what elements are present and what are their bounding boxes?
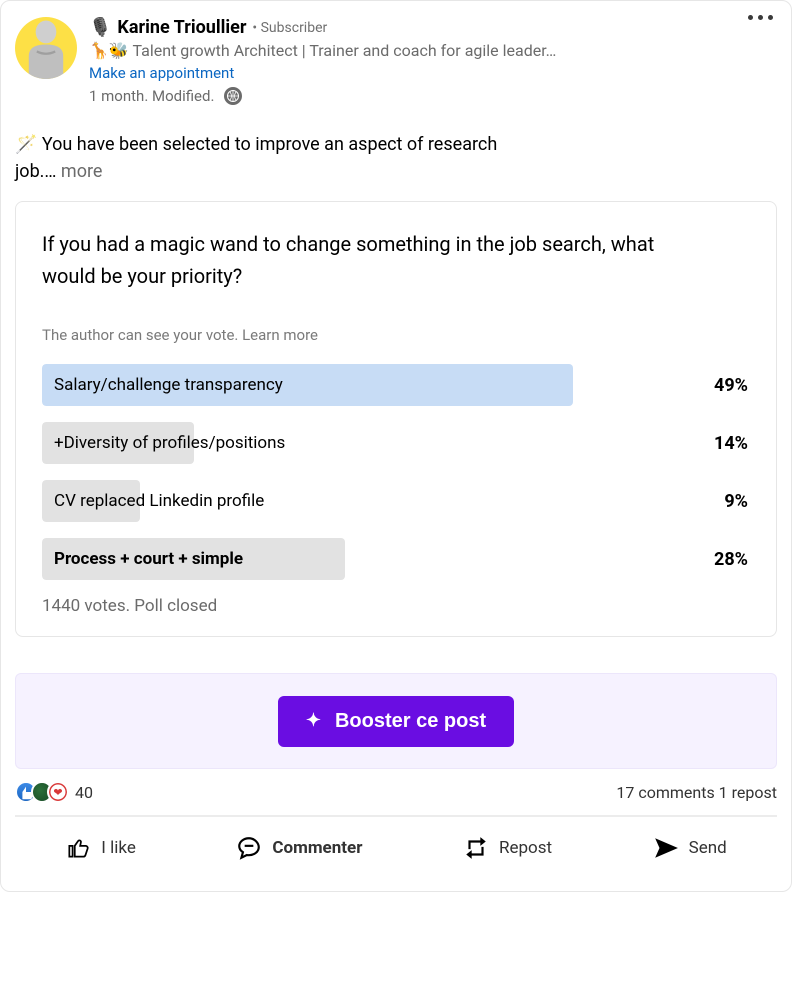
- poll-option-percent: 9%: [724, 491, 750, 512]
- poll-option-percent: 14%: [714, 433, 750, 454]
- poll-option-label: Salary/challenge transparency: [42, 375, 283, 395]
- repost-label: Repost: [499, 838, 552, 858]
- poll-option[interactable]: CV replaced Linkedin profile 9%: [42, 480, 750, 522]
- repost-icon: [463, 835, 489, 861]
- reaction-count: 40: [75, 783, 93, 802]
- posted-time: 1 month. Modified.: [89, 87, 214, 105]
- post-header-info: 🎙️ Karine Trioullier • Subscriber 🦒🐝 Tal…: [89, 17, 777, 105]
- boost-post-button[interactable]: ✦ Booster ce post: [278, 696, 514, 747]
- make-appointment-link[interactable]: Make an appointment: [89, 64, 777, 82]
- more-link[interactable]: more: [56, 161, 102, 182]
- post-header: 🎙️ Karine Trioullier • Subscriber 🦒🐝 Tal…: [15, 17, 777, 105]
- poll-visibility-note[interactable]: The author can see your vote. Learn more: [42, 326, 750, 344]
- post-text-line2: job.…: [15, 161, 56, 182]
- poll-options: Salary/challenge transparency 49% +Diver…: [42, 364, 750, 580]
- heart-icon: ❤: [47, 781, 69, 803]
- visibility-public-icon: [224, 87, 242, 105]
- wand-icon: 🪄: [15, 134, 37, 155]
- sparkle-icon: ✦: [306, 710, 321, 731]
- subscriber-label: • Subscriber: [252, 20, 327, 36]
- poll-option-label: +Diversity of profiles/positions: [42, 433, 285, 453]
- poll-option-label: Process + court + simple: [42, 549, 243, 569]
- author-name[interactable]: Karine Trioullier: [117, 17, 246, 38]
- poll-footer: 1440 votes. Poll closed: [42, 596, 750, 616]
- send-button[interactable]: Send: [643, 829, 737, 867]
- send-label: Send: [689, 838, 727, 858]
- comment-label: Commenter: [272, 838, 362, 858]
- comment-icon: [236, 835, 262, 861]
- poll-option[interactable]: Process + court + simple 28%: [42, 538, 750, 580]
- post-card: 🎙️ Karine Trioullier • Subscriber 🦒🐝 Tal…: [0, 0, 792, 892]
- action-bar: I like Commenter Repost Send: [15, 815, 777, 867]
- post-text-line1: You have been selected to improve an asp…: [37, 134, 497, 155]
- reaction-pile[interactable]: ❤ 40: [15, 781, 93, 803]
- author-tagline: 🦒🐝 Talent growth Architect | Trainer and…: [89, 41, 777, 60]
- comments-reposts-count[interactable]: 17 comments 1 repost: [616, 783, 777, 802]
- poll-question: If you had a magic wand to change someth…: [42, 228, 750, 292]
- poll-option[interactable]: +Diversity of profiles/positions 14%: [42, 422, 750, 464]
- poll-option-label: CV replaced Linkedin profile: [42, 491, 264, 511]
- comment-button[interactable]: Commenter: [226, 829, 372, 867]
- poll-option-percent: 28%: [714, 549, 750, 570]
- like-label: I like: [101, 838, 136, 858]
- boost-post-label: Booster ce post: [335, 710, 486, 733]
- like-button[interactable]: I like: [55, 829, 146, 867]
- mic-icon: 🎙️: [89, 17, 111, 38]
- send-icon: [653, 835, 679, 861]
- booster-panel: ✦ Booster ce post: [15, 673, 777, 769]
- avatar-person-icon: [23, 17, 69, 79]
- avatar[interactable]: [15, 17, 77, 79]
- repost-button[interactable]: Repost: [453, 829, 562, 867]
- poll-option-percent: 49%: [714, 375, 750, 396]
- more-menu-button[interactable]: [748, 15, 773, 20]
- poll-option[interactable]: Salary/challenge transparency 49%: [42, 364, 750, 406]
- engagement-row: ❤ 40 17 comments 1 repost: [15, 781, 777, 803]
- post-meta: 1 month. Modified.: [89, 87, 777, 105]
- thumbs-up-icon: [65, 835, 91, 861]
- poll-card: If you had a magic wand to change someth…: [15, 201, 777, 637]
- post-body: 🪄 You have been selected to improve an a…: [15, 131, 777, 185]
